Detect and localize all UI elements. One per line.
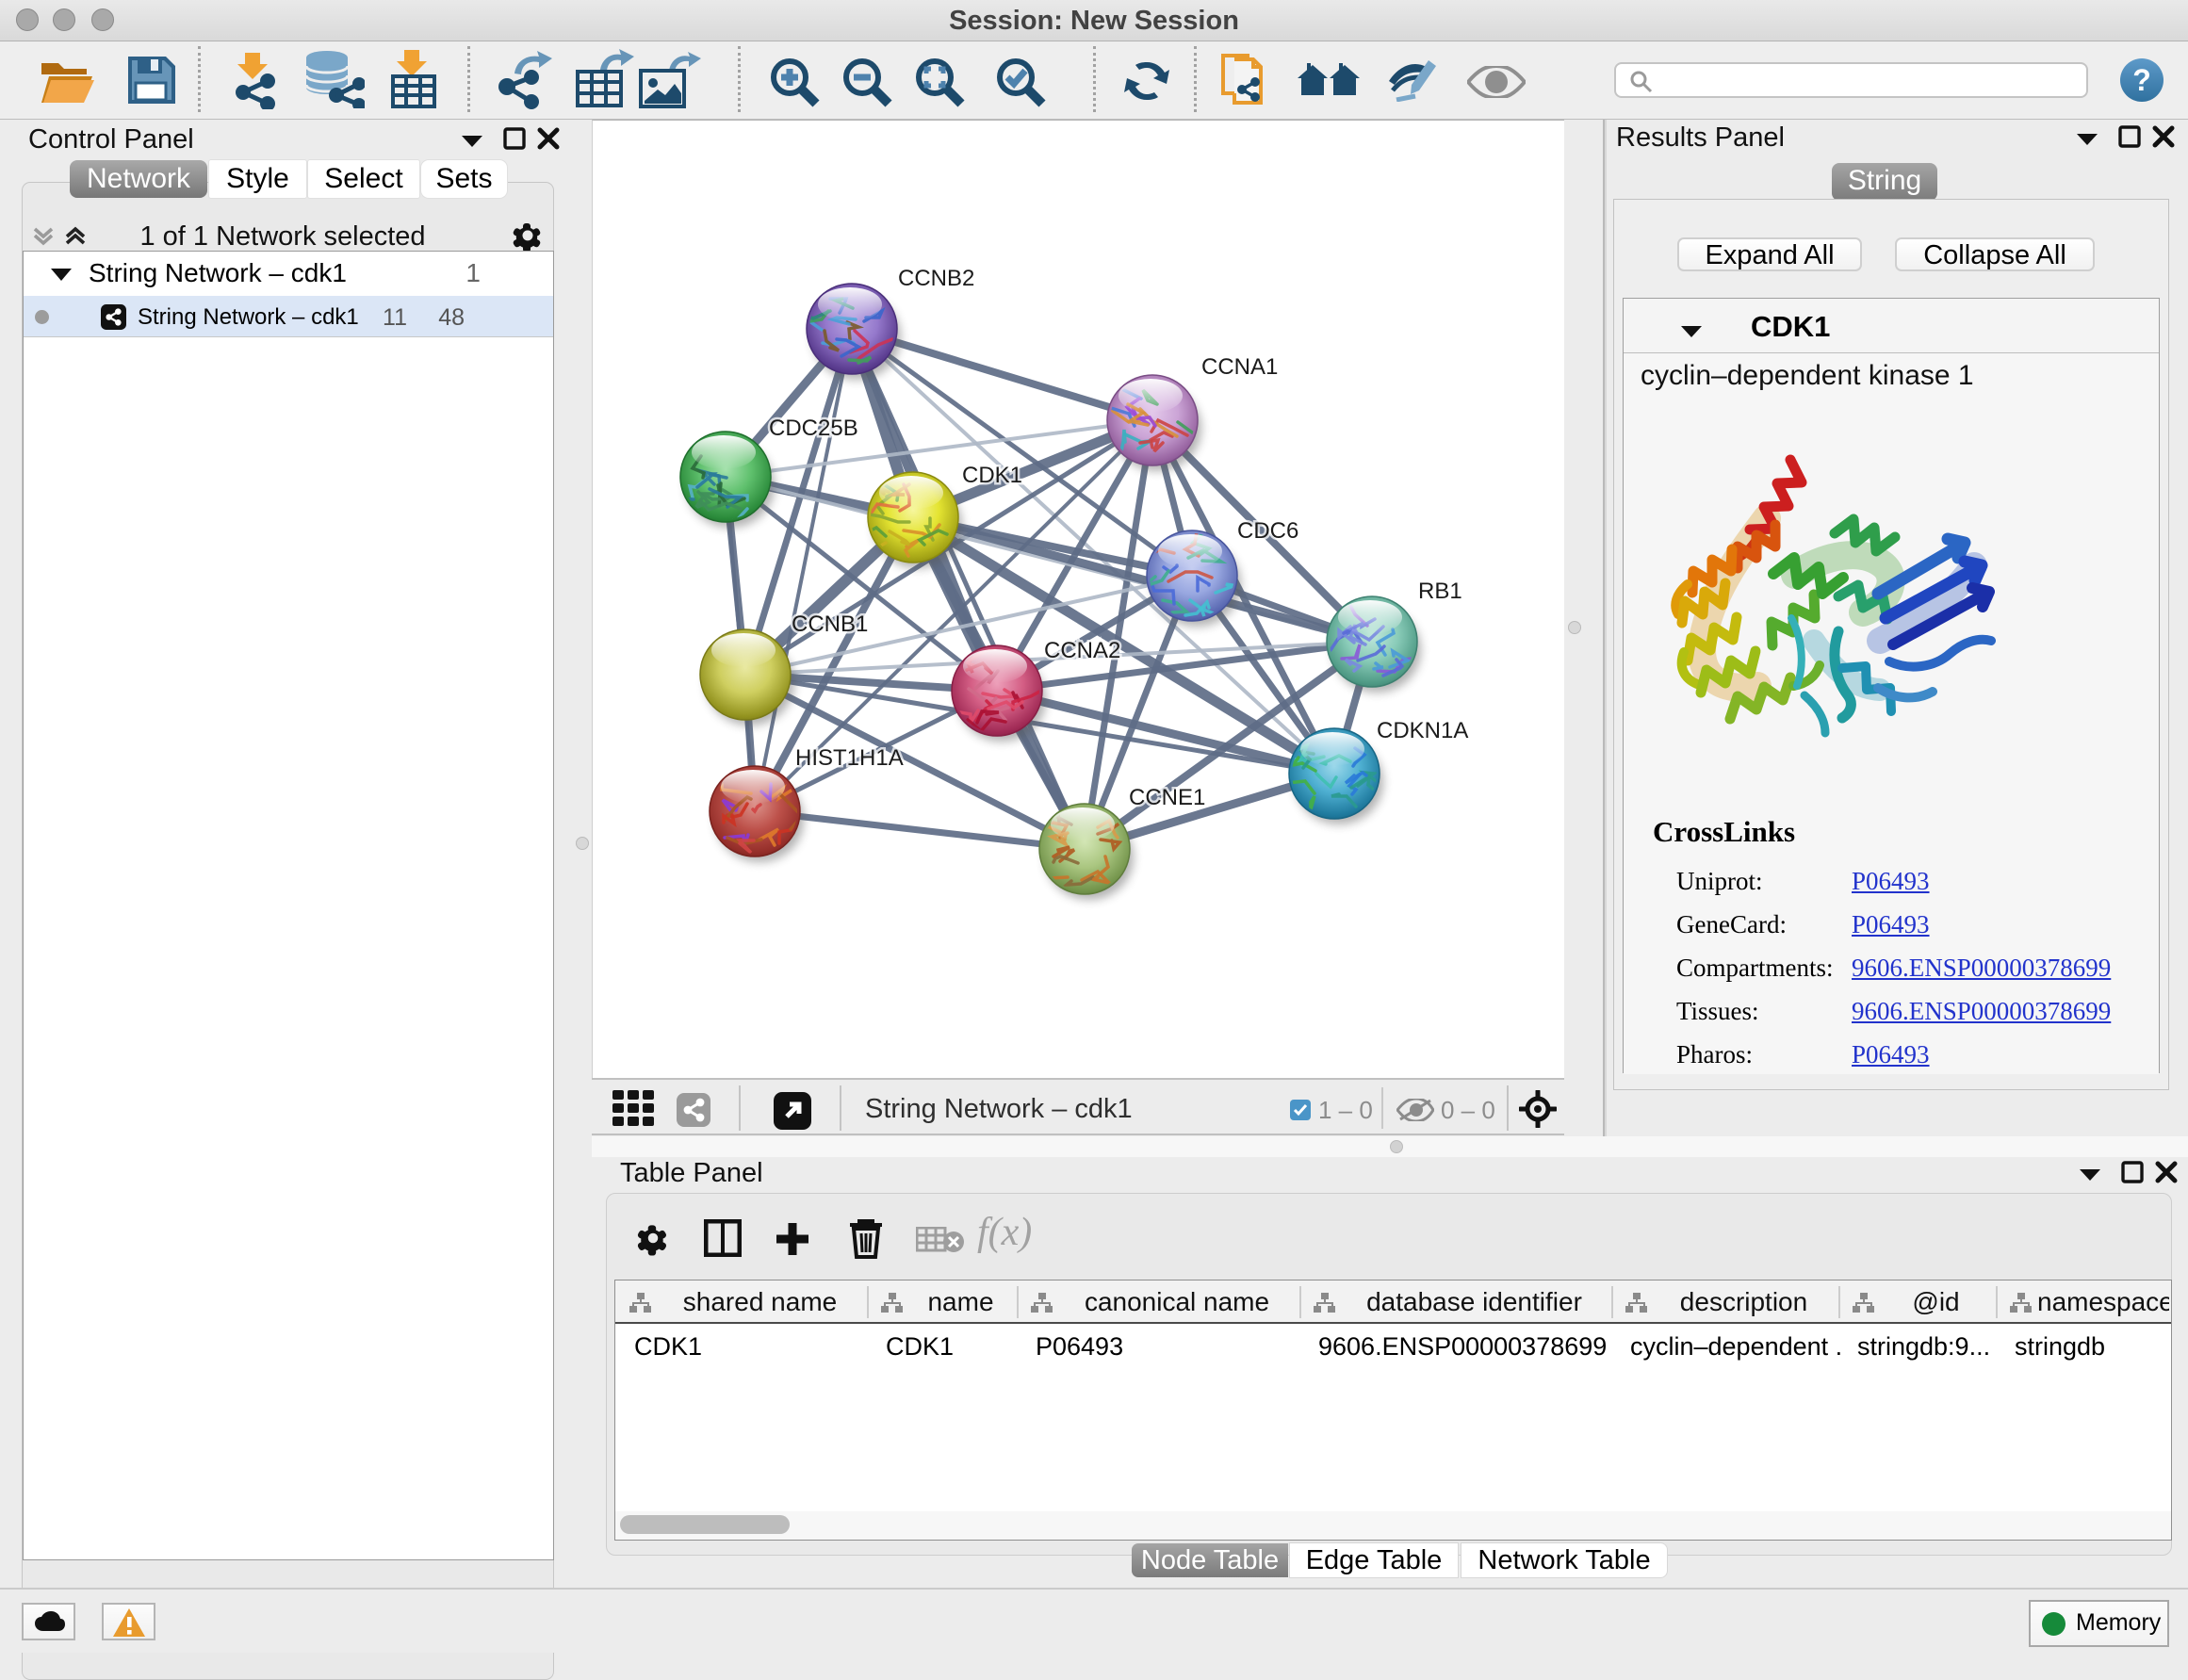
svg-text:CDC25B: CDC25B <box>769 416 858 441</box>
svg-text:CDK1: CDK1 <box>962 463 1022 488</box>
svg-text:CCNB1: CCNB1 <box>792 612 868 637</box>
svg-text:HIST1H1A: HIST1H1A <box>795 745 904 771</box>
svg-text:CCNA2: CCNA2 <box>1044 638 1120 663</box>
svg-text:CCNB2: CCNB2 <box>898 266 974 291</box>
svg-text:CCNA1: CCNA1 <box>1201 354 1278 380</box>
svg-text:CDKN1A: CDKN1A <box>1377 718 1468 743</box>
svg-text:CDC6: CDC6 <box>1237 518 1298 544</box>
svg-text:CCNE1: CCNE1 <box>1129 785 1205 810</box>
svg-text:RB1: RB1 <box>1418 579 1462 604</box>
